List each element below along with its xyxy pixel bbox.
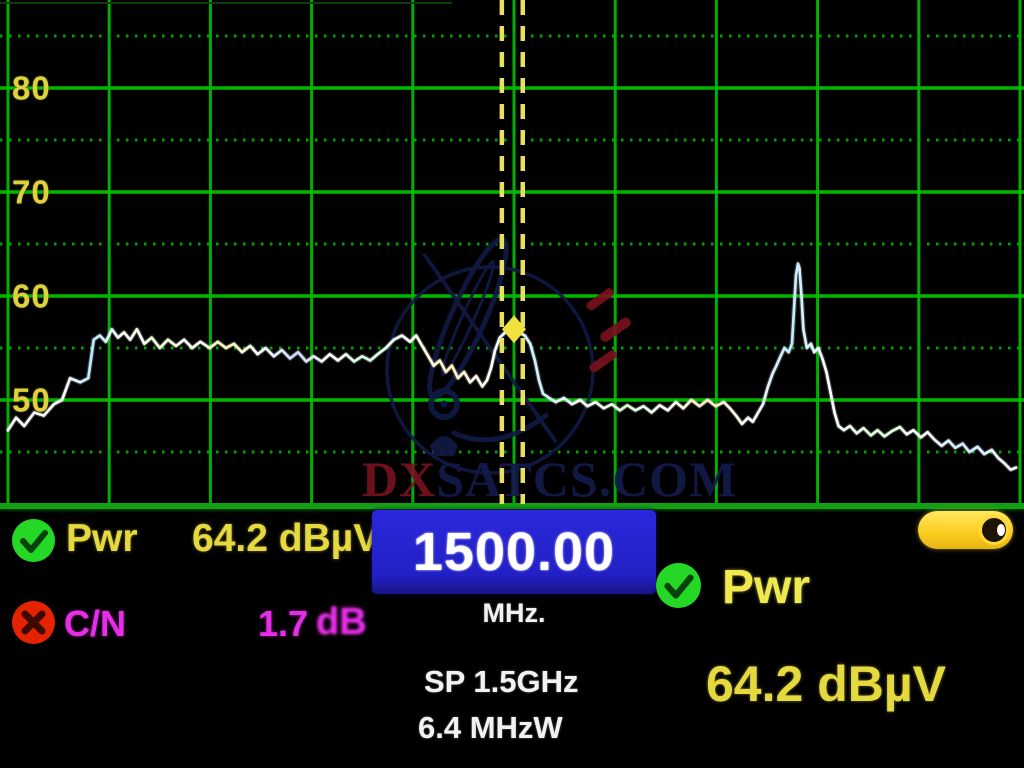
x-circle-icon[interactable]: [11, 600, 56, 645]
watermark-logo: DXSATCS.COM: [362, 233, 737, 507]
y-axis-label: 60: [12, 280, 51, 313]
cn-label: C/N: [64, 603, 126, 645]
y-axis-label: 90: [12, 0, 51, 1]
frequency-unit: MHz.: [372, 598, 656, 629]
panel-separator: [0, 504, 1024, 509]
check-circle-icon: [655, 562, 702, 609]
y-axis-label: 70: [12, 176, 51, 209]
grid-lines: [0, 0, 1024, 505]
bandwidth-label: 6.4 MHzW: [418, 710, 563, 746]
battery-end-cap: [979, 515, 1009, 545]
battery-icon: [918, 511, 1013, 549]
cn-unit: dB: [316, 601, 367, 644]
frequency-value: 1500.00: [413, 521, 615, 583]
selected-measurement-value: 64.2 dBµV: [706, 655, 946, 713]
span-label: SP 1.5GHz: [424, 664, 579, 700]
watermark-text: DXSATCS.COM: [362, 451, 737, 507]
check-circle-icon[interactable]: [11, 518, 56, 563]
pwr-value: 64.2 dBµV: [192, 517, 379, 561]
pwr-label: Pwr: [66, 517, 138, 561]
cn-value: 1.7: [258, 603, 308, 645]
spectrum-plot: DXSATCS.COM 90 80 70 60 50: [0, 0, 1024, 510]
frequency-field[interactable]: 1500.00: [372, 510, 656, 594]
y-axis-label: 80: [12, 72, 51, 105]
selected-measurement-label: Pwr: [722, 560, 810, 615]
spectrum-analyzer-screen: DXSATCS.COM 90 80 70 60 50 Pwr 64.2 dBµV C/N…: [0, 0, 1024, 768]
y-axis-label: 50: [12, 384, 51, 417]
